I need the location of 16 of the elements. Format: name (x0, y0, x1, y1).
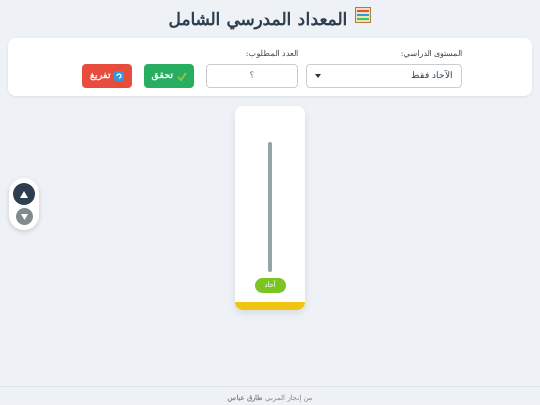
select-value: الآحاد فقط (411, 70, 453, 83)
page-title: المعداد المدرسي الشامل (168, 10, 348, 30)
up-triangle-icon (20, 190, 28, 198)
field-label: المستوى الدراسي: (400, 48, 462, 60)
down-triangle-icon (20, 214, 28, 220)
reset-button[interactable]: تفريغ (82, 64, 132, 88)
up-button[interactable] (13, 183, 35, 205)
check-button[interactable]: تحقق (144, 64, 194, 88)
refresh-icon (114, 71, 124, 82)
abacus-icon (355, 7, 372, 24)
caret-icon (315, 74, 321, 78)
abacus-base (235, 302, 305, 310)
level-select[interactable]: الآحاد فقط (306, 64, 462, 88)
number-input[interactable]: ؟ (206, 64, 298, 88)
field-label: العدد المطلوب: (244, 48, 298, 60)
check-icon (176, 72, 186, 81)
